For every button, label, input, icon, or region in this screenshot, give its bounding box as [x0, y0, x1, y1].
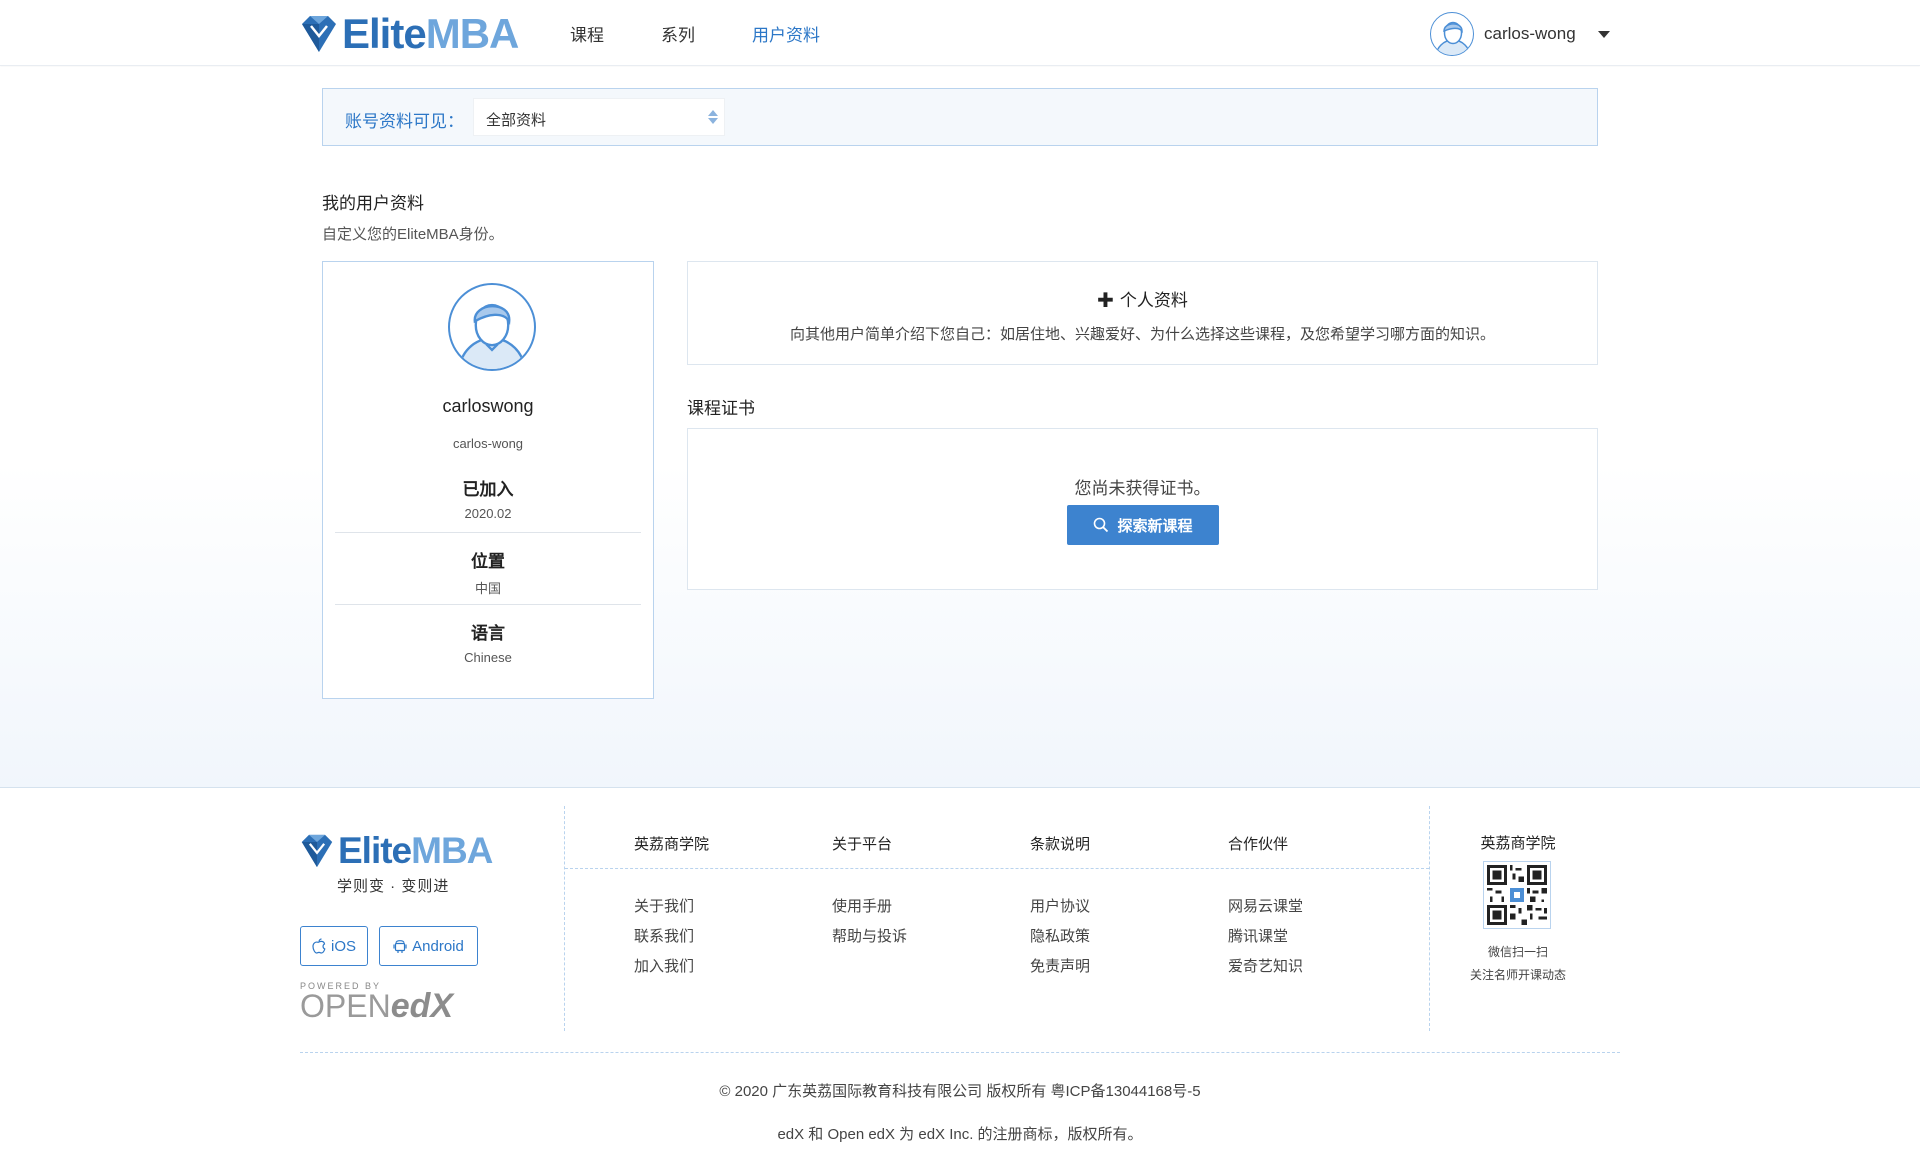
top-header: EliteMBA 课程 系列 用户资料 carlos-wong [0, 0, 1920, 66]
certificates-card: 您尚未获得证书。 探索新课程 [687, 428, 1598, 590]
about-me-title: 个人资料 [1119, 291, 1188, 310]
nav-courses[interactable]: 课程 [570, 21, 604, 46]
diamond-logo-icon [301, 834, 333, 868]
site-footer: EliteMBA 学则变 · 变则进 iOS Android POWERED B… [0, 787, 1920, 1168]
visibility-select[interactable]: 全部资料 [473, 98, 725, 136]
nav-series[interactable]: 系列 [661, 21, 695, 46]
footer-link-help[interactable]: 帮助与投诉 [832, 925, 907, 946]
footer-link-iqiyi[interactable]: 爱奇艺知识 [1228, 955, 1303, 976]
footer-link-tencent[interactable]: 腾讯课堂 [1228, 925, 1288, 946]
page-title: 我的用户资料 [322, 194, 424, 213]
footer-col-head-partners: 合作伙伴 [1228, 836, 1289, 853]
openedx-open: OPEN [300, 988, 391, 1024]
avatar-icon [1435, 21, 1471, 55]
visibility-label: 账号资料可见： [345, 112, 464, 131]
profile-avatar[interactable] [448, 283, 536, 371]
divider [335, 532, 641, 533]
android-icon [393, 940, 407, 953]
location-field[interactable]: 位置 中国 [335, 547, 641, 597]
copyright-text: © 2020 广东英荔国际教育科技有限公司 版权所有 粤ICP备13044168… [719, 1083, 1201, 1100]
select-arrows-icon [708, 109, 718, 127]
footer-divider [564, 806, 565, 1031]
openedx-edx: edX [390, 987, 454, 1025]
certificates-title: 课程证书 [687, 399, 755, 418]
location-label: 位置 [471, 552, 505, 571]
footer-brand-mba: MBA [411, 830, 493, 871]
profile-card: carloswong carlos-wong 已加入 2020.02 位置 中国… [322, 261, 654, 699]
plus-icon: ✚ [1097, 290, 1114, 312]
divider [335, 604, 641, 605]
powered-by-openedx-logo[interactable]: POWERED BY OPENedX [300, 981, 453, 1024]
diamond-logo-icon [302, 16, 336, 52]
about-me-heading[interactable]: ✚ 个人资料 [688, 286, 1597, 313]
user-menu[interactable]: carlos-wong [1430, 12, 1610, 56]
footer-link-user-agreement[interactable]: 用户协议 [1030, 895, 1090, 916]
footer-logo[interactable]: EliteMBA [300, 830, 493, 871]
explore-courses-label: 探索新课程 [1117, 517, 1193, 535]
openedx-wordmark: OPENedX [300, 988, 453, 1024]
visibility-selected-value: 全部资料 [486, 112, 547, 129]
footer-link-join-us[interactable]: 加入我们 [634, 955, 694, 976]
joined-label: 已加入 [462, 480, 514, 499]
footer-col-head-terms: 条款说明 [1030, 836, 1091, 853]
nav-profile[interactable]: 用户资料 [752, 21, 820, 46]
main-nav: 课程 系列 用户资料 [570, 0, 877, 66]
brand-logo[interactable]: EliteMBA [300, 13, 519, 55]
footer-link-privacy[interactable]: 隐私政策 [1030, 925, 1090, 946]
footer-wordmark: EliteMBA [338, 830, 493, 871]
qr-caption-follow: 关注名师开课动态 [1469, 968, 1566, 982]
footer-divider [300, 1052, 1620, 1053]
language-field[interactable]: 语言 Chinese [335, 619, 641, 665]
header-username: carlos-wong [1484, 24, 1576, 43]
location-value: 中国 [474, 581, 501, 596]
footer-link-netease[interactable]: 网易云课堂 [1228, 895, 1303, 916]
about-me-description: 向其他用户简单介绍下您自己：如居住地、兴趣爱好、为什么选择这些课程，及您希望学习… [789, 326, 1495, 343]
language-value: Chinese [464, 650, 512, 665]
footer-link-about-us[interactable]: 关于我们 [634, 895, 694, 916]
brand-mba: MBA [425, 10, 520, 57]
brand-elite: Elite [342, 10, 427, 57]
trademark-text: edX 和 Open edX 为 edX Inc. 的注册商标，版权所有。 [777, 1126, 1143, 1143]
footer-col-head-school: 英荔商学院 [634, 836, 710, 853]
search-icon [1094, 517, 1109, 533]
ios-app-button[interactable]: iOS [300, 926, 368, 966]
apple-icon [312, 938, 326, 954]
avatar-icon [458, 303, 526, 369]
footer-link-disclaimer[interactable]: 免责声明 [1030, 955, 1090, 976]
profile-full-name: carloswong [442, 396, 534, 416]
profile-visibility-bar: 账号资料可见： 全部资料 [322, 88, 1598, 146]
language-label: 语言 [471, 624, 505, 643]
footer-col-head-platform: 关于平台 [832, 836, 893, 853]
joined-field: 已加入 2020.02 [335, 475, 641, 521]
qr-title: 英荔商学院 [1480, 835, 1556, 852]
qr-code [1483, 861, 1551, 929]
explore-courses-button[interactable]: 探索新课程 [1067, 505, 1219, 545]
content-background [0, 67, 1920, 787]
footer-slogan: 学则变 · 变则进 [337, 878, 450, 895]
footer-divider [565, 868, 1429, 869]
footer-brand-elite: Elite [338, 830, 412, 871]
qr-caption-scan: 微信扫一扫 [1487, 945, 1548, 959]
certificates-empty-text: 您尚未获得证书。 [1074, 479, 1211, 498]
joined-value: 2020.02 [464, 506, 512, 521]
page-subtitle: 自定义您的EliteMBA身份。 [322, 226, 504, 243]
about-me-card[interactable]: ✚ 个人资料 向其他用户简单介绍下您自己：如居住地、兴趣爱好、为什么选择这些课程，… [687, 261, 1598, 365]
android-app-button[interactable]: Android [379, 926, 478, 966]
avatar [1430, 12, 1474, 56]
footer-link-manual[interactable]: 使用手册 [832, 895, 892, 916]
android-label: Android [412, 937, 464, 955]
ios-label: iOS [330, 937, 356, 955]
caret-down-icon[interactable] [1597, 30, 1610, 38]
profile-username: carlos-wong [452, 436, 524, 451]
qr-code-icon [1487, 865, 1547, 925]
brand-wordmark: EliteMBA [342, 13, 519, 55]
footer-link-contact-us[interactable]: 联系我们 [634, 925, 694, 946]
